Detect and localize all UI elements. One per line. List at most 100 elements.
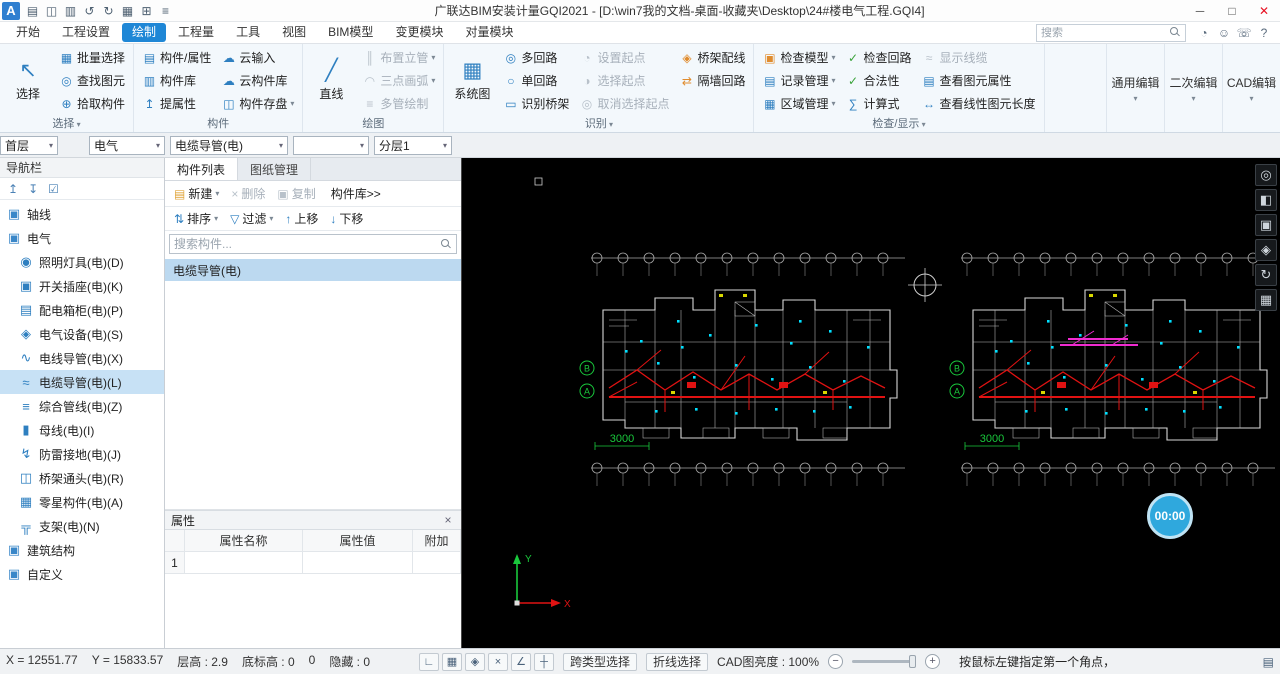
group-label-identify[interactable]: 识别: [448, 117, 749, 132]
property-name-cell[interactable]: [185, 552, 303, 573]
menubar-icon-button[interactable]: ◔: [1194, 23, 1214, 42]
panel-tab[interactable]: 图纸管理: [238, 158, 312, 180]
close-icon[interactable]: ×: [441, 513, 455, 527]
ribbon-button[interactable]: ⊕拾取构件▾: [55, 92, 129, 115]
tree-item[interactable]: ▣ 轴线: [0, 202, 164, 226]
ribbon-button[interactable]: ║ 布置立管 ▾: [358, 46, 439, 69]
menubar-icon-button[interactable]: ☏: [1234, 23, 1254, 42]
quick-access-icon[interactable]: ⊞: [137, 2, 156, 20]
quick-access-icon[interactable]: ↺: [80, 2, 99, 20]
polyline-select-button[interactable]: 折线选择: [646, 652, 709, 671]
ribbon-button[interactable]: ✓检查回路▾: [842, 46, 916, 69]
tree-item[interactable]: ▣ 开关插座(电)(K): [0, 274, 164, 298]
snap-toggle-button[interactable]: ◈▾: [465, 652, 485, 671]
selector-dropdown[interactable]: 分层1 ▾: [374, 135, 452, 155]
system-diagram-button[interactable]: ▦ 系统图: [448, 46, 496, 115]
cross-type-select-button[interactable]: 跨类型选择: [563, 652, 638, 671]
tree-item[interactable]: ◫ 桥架通头(电)(R): [0, 466, 164, 490]
layout-icon[interactable]: ▤: [1263, 655, 1274, 669]
canvas-tool-icon[interactable]: ◈: [1255, 239, 1277, 261]
ribbon-tab[interactable]: 工具: [226, 23, 270, 42]
tree-item[interactable]: ▤ 配电箱柜(电)(P): [0, 298, 164, 322]
property-extra-cell[interactable]: [413, 552, 461, 573]
quick-access-icon[interactable]: ▥: [61, 2, 80, 20]
panel-tab[interactable]: 构件列表: [165, 158, 239, 180]
canvas-tool-icon[interactable]: ◧: [1255, 189, 1277, 211]
tree-item[interactable]: ▣ 自定义: [0, 562, 164, 586]
tree-item[interactable]: ▦ 零星构件(电)(A): [0, 490, 164, 514]
group-label-check-display[interactable]: 检查/显示: [758, 117, 1039, 132]
ribbon-button[interactable]: ▤构件/属性▾: [138, 46, 215, 69]
edit-mode-button[interactable]: CAD编辑 ▾: [1222, 44, 1280, 132]
component-toolbar-button[interactable]: ⇅ 排序 ▾: [169, 208, 223, 229]
session-timer-badge[interactable]: 00:00: [1147, 493, 1193, 539]
cad-drawing-canvas[interactable]: B A 3000 Y X ◎ ◧ ▣ ◈ ↻ ▦ 00:00: [462, 158, 1280, 648]
brightness-slider[interactable]: [852, 655, 917, 668]
ribbon-button[interactable]: ◔设置起点▾: [575, 46, 673, 69]
edit-mode-button[interactable]: 二次编辑 ▾: [1164, 44, 1222, 132]
ribbon-tab[interactable]: 变更模块: [385, 23, 453, 42]
snap-toggle-button[interactable]: ∠▾: [511, 652, 531, 671]
quick-access-icon[interactable]: ↻: [99, 2, 118, 20]
component-toolbar-button[interactable]: ↑上移▾: [280, 208, 323, 229]
ribbon-button[interactable]: ▣ 检查模型 ▾: [758, 46, 839, 69]
tree-item[interactable]: ≡ 综合管线(电)(Z): [0, 394, 164, 418]
quick-access-icon[interactable]: ▤: [23, 2, 42, 20]
component-search-input[interactable]: [174, 237, 441, 251]
snap-toggle-button[interactable]: ┼▾: [534, 652, 554, 671]
component-toolbar-button[interactable]: 构件库>>▾: [323, 183, 386, 204]
component-list-item[interactable]: 电缆导管(电): [165, 259, 461, 281]
ribbon-button[interactable]: ∑计算式▾: [842, 92, 916, 115]
quick-access-icon[interactable]: ◫: [42, 2, 61, 20]
line-tool-button[interactable]: ╱ 直线: [307, 46, 355, 115]
property-value-cell[interactable]: [303, 552, 413, 573]
ribbon-tab[interactable]: 工程量: [168, 23, 224, 42]
tree-item[interactable]: ▣ 电气: [0, 226, 164, 250]
brightness-minus-button[interactable]: −: [828, 654, 844, 669]
ribbon-button[interactable]: ☁云输入▾: [217, 46, 298, 69]
component-toolbar-button[interactable]: ▣复制▾: [272, 183, 320, 204]
component-toolbar-button[interactable]: ▽ 过滤 ▾: [225, 208, 278, 229]
snap-toggle-button[interactable]: ∟▾: [419, 652, 439, 671]
canvas-tool-icon[interactable]: ▦: [1255, 289, 1277, 311]
tree-item[interactable]: ◈ 电气设备(电)(S): [0, 322, 164, 346]
brightness-plus-button[interactable]: +: [925, 654, 941, 669]
component-toolbar-button[interactable]: ▤ 新建 ▾: [169, 183, 224, 204]
floor-plan-right[interactable]: [950, 253, 1275, 486]
properties-row[interactable]: 1: [165, 552, 461, 574]
search-input[interactable]: [1041, 26, 1170, 39]
ribbon-button[interactable]: ▤查看图元属性▾: [918, 69, 1040, 92]
minimize-button[interactable]: ─: [1184, 0, 1216, 21]
ribbon-button[interactable]: ↥提属性▾: [138, 92, 215, 115]
ribbon-button[interactable]: ✓合法性▾: [842, 69, 916, 92]
tree-item[interactable]: ≈ 电缆导管(电)(L): [0, 370, 164, 394]
ribbon-button[interactable]: ▦批量选择▾: [55, 46, 129, 69]
ribbon-button[interactable]: ◎查找图元▾: [55, 69, 129, 92]
search-icon[interactable]: [1170, 27, 1181, 38]
component-toolbar-button[interactable]: ×删除▾: [226, 183, 270, 204]
navigator-tool-icon[interactable]: ↥: [8, 182, 18, 196]
ribbon-button[interactable]: ▤ 记录管理 ▾: [758, 69, 839, 92]
tree-item[interactable]: ▣ 建筑结构: [0, 538, 164, 562]
ribbon-tab[interactable]: 对量模块: [455, 23, 523, 42]
slider-handle[interactable]: [909, 655, 917, 668]
close-button[interactable]: ✕: [1248, 0, 1280, 21]
tree-item[interactable]: ▮ 母线(电)(I): [0, 418, 164, 442]
navigator-tool-icon[interactable]: ☑: [48, 182, 59, 196]
ribbon-tab[interactable]: 开始: [6, 23, 50, 42]
ribbon-tab[interactable]: BIM模型: [318, 23, 383, 42]
ribbon-button[interactable]: ◠ 三点画弧 ▾: [358, 69, 439, 92]
ribbon-button[interactable]: ≈显示线缆▾: [918, 46, 1040, 69]
canvas-tool-icon[interactable]: ↻: [1255, 264, 1277, 286]
menubar-icon-button[interactable]: ☺: [1214, 23, 1234, 42]
search-icon[interactable]: [441, 238, 452, 250]
ribbon-button[interactable]: ▭识别桥架▾: [499, 92, 573, 115]
group-label-select[interactable]: 选择: [4, 117, 129, 132]
ribbon-tab[interactable]: 工程设置: [52, 23, 120, 42]
select-tool-button[interactable]: ↖ 选择: [4, 46, 52, 115]
canvas-tool-icon[interactable]: ◎: [1255, 164, 1277, 186]
ribbon-button[interactable]: ◎多回路▾: [499, 46, 573, 69]
ribbon-button[interactable]: ☁云构件库▾: [217, 69, 298, 92]
component-toolbar-button[interactable]: ↓下移▾: [325, 208, 368, 229]
quick-access-icon[interactable]: ▦: [118, 2, 137, 20]
